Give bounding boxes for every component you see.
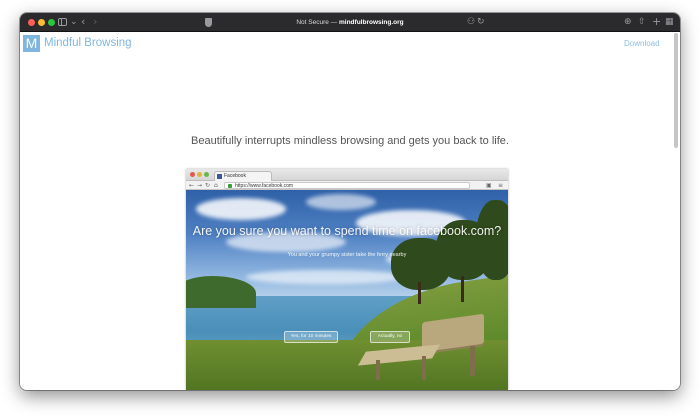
lock-icon (228, 184, 232, 188)
tab-overview-icon[interactable]: ▦ (665, 16, 674, 28)
scrollbar[interactable] (674, 33, 678, 148)
preview-reload-icon: ↻ (205, 182, 211, 189)
preview-tab-bar: Facebook (186, 169, 508, 181)
preview-tab-title: Facebook (224, 173, 246, 179)
preview-back-icon: ← (189, 182, 195, 189)
tagline: Beautifully interrupts mindless browsing… (191, 135, 509, 147)
preview-yes-button: Yes, for 10 minutes (284, 331, 338, 343)
download-icon[interactable]: ⊕ (624, 16, 632, 28)
address-domain: mindfulbrowsing.org (339, 19, 404, 26)
interrupt-question: Are you sure you want to spend time on f… (192, 224, 502, 238)
preview-menu-icon: ≡ (498, 182, 504, 189)
reload-icon[interactable]: ↻ (477, 16, 485, 28)
preview-screenshot: Facebook ← → ↻ ⌂ https://www.facebook.co… (186, 169, 508, 390)
address-security-label: Not Secure — (296, 19, 339, 26)
preview-tab: Facebook (214, 171, 272, 181)
minimize-window-button[interactable] (38, 19, 45, 26)
new-tab-icon[interactable]: + (652, 16, 661, 28)
logo-icon[interactable]: M (23, 35, 40, 52)
browser-toolbar: ⌄ ‹ › Not Secure — mindfulbrowsing.org ⚇… (20, 13, 680, 32)
chevron-down-icon[interactable]: ⌄ (70, 16, 78, 28)
site-title[interactable]: Mindful Browsing (44, 37, 132, 49)
address-bar[interactable]: Not Secure — mindfulbrowsing.org (220, 16, 480, 29)
zoom-window-button[interactable] (48, 19, 55, 26)
preview-url-text: https://www.facebook.com (235, 183, 294, 189)
close-window-button[interactable] (28, 19, 35, 26)
preview-zoom-dot (204, 172, 209, 177)
preview-forward-icon: → (197, 182, 203, 189)
preview-minimize-dot (197, 172, 202, 177)
preview-no-button: Actually, no (370, 331, 410, 343)
sidebar-toggle-icon[interactable] (58, 18, 67, 26)
web-page: M Mindful Browsing Download Beautifully … (20, 32, 680, 390)
preview-url-field: https://www.facebook.com (224, 182, 470, 189)
browser-window: ⌄ ‹ › Not Secure — mindfulbrowsing.org ⚇… (20, 13, 680, 390)
privacy-shield-icon[interactable] (205, 18, 212, 27)
preview-close-dot (190, 172, 195, 177)
translate-icon[interactable]: ⚇ (467, 16, 475, 28)
photo-caption: You and your grumpy sister take the ferr… (287, 252, 407, 258)
desktop: ⌄ ‹ › Not Secure — mindfulbrowsing.org ⚇… (0, 0, 700, 417)
download-link[interactable]: Download (624, 39, 660, 48)
preview-home-icon: ⌂ (214, 182, 218, 189)
preview-url-bar: ← → ↻ ⌂ https://www.facebook.com ▣ ≡ (186, 181, 508, 190)
facebook-icon (217, 174, 222, 179)
forward-arrow-icon[interactable]: › (93, 16, 97, 28)
preview-extension-icon: ▣ (486, 182, 492, 189)
back-arrow-icon[interactable]: ‹ (81, 16, 85, 28)
share-icon[interactable]: ⇧ (638, 16, 646, 28)
nature-background-image: Are you sure you want to spend time on f… (186, 190, 508, 390)
